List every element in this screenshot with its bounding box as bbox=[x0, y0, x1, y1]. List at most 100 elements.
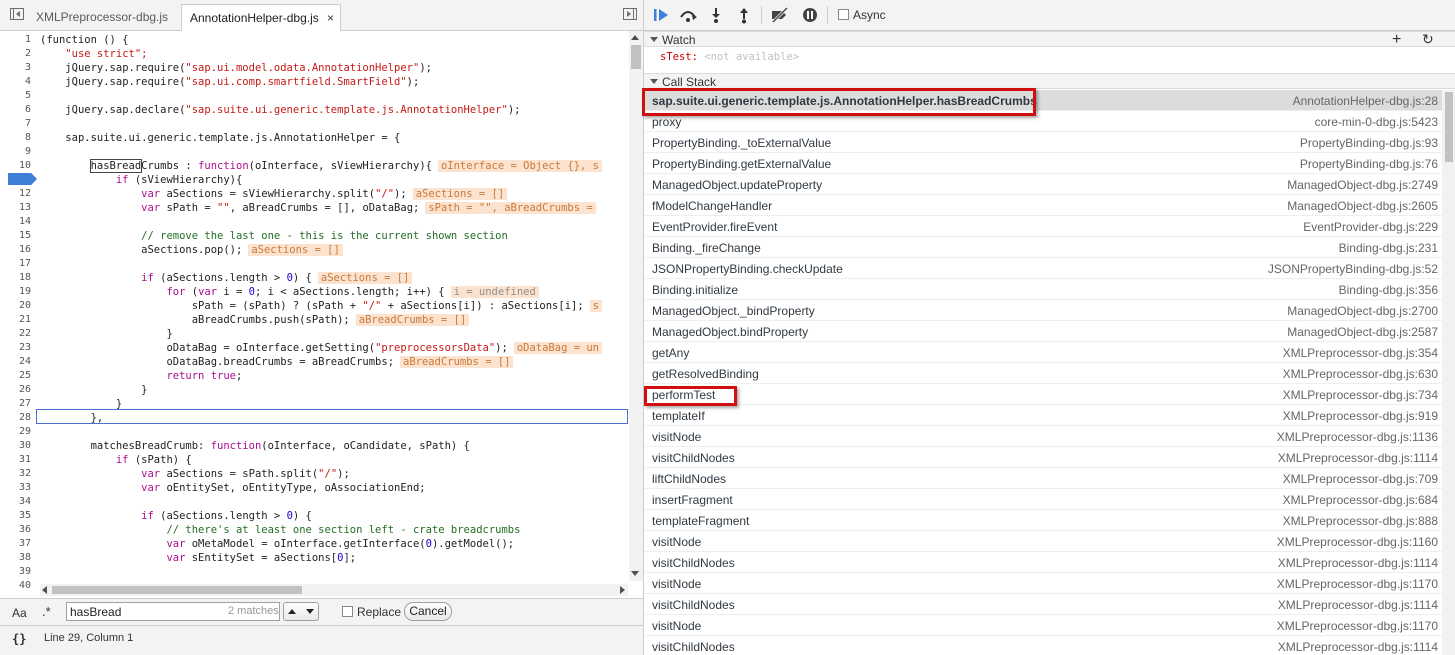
async-checkbox[interactable] bbox=[838, 9, 849, 20]
breakpoint-marker[interactable] bbox=[8, 173, 37, 185]
line-number[interactable]: 15 bbox=[1, 229, 31, 243]
vertical-scrollbar[interactable] bbox=[1442, 90, 1455, 655]
call-frame[interactable]: ManagedObject.updateProperty ManagedObjec… bbox=[644, 174, 1442, 195]
call-frame[interactable]: templateFragment XMLPreprocessor-dbg.js:8… bbox=[644, 510, 1442, 531]
line-number[interactable]: 4 bbox=[1, 75, 31, 89]
call-frame[interactable]: fModelChangeHandler ManagedObject-dbg.js:… bbox=[644, 195, 1442, 216]
line-number[interactable]: 7 bbox=[1, 117, 31, 131]
line-number[interactable]: 9 bbox=[1, 145, 31, 159]
step-into-icon[interactable] bbox=[706, 6, 726, 24]
call-frame[interactable]: visitNode XMLPreprocessor-dbg.js:1170 bbox=[644, 615, 1442, 636]
call-frame[interactable]: PropertyBinding._toExternalValue Property… bbox=[644, 132, 1442, 153]
line-number[interactable]: 23 bbox=[1, 341, 31, 355]
line-number[interactable]: 31 bbox=[1, 453, 31, 467]
regex-toggle[interactable]: .* bbox=[42, 604, 51, 619]
horizontal-scroll-thumb[interactable] bbox=[52, 586, 302, 594]
resume-icon[interactable] bbox=[652, 6, 672, 24]
line-number[interactable]: 39 bbox=[1, 565, 31, 579]
match-case-toggle[interactable]: Aa bbox=[12, 606, 27, 620]
line-number[interactable]: 20 bbox=[1, 299, 31, 313]
previous-match-icon[interactable] bbox=[288, 609, 296, 614]
line-number[interactable]: 14 bbox=[1, 215, 31, 229]
line-number[interactable]: 17 bbox=[1, 257, 31, 271]
vertical-scroll-thumb[interactable] bbox=[1445, 92, 1453, 162]
line-number[interactable]: 18 bbox=[1, 271, 31, 285]
call-frame[interactable]: getAny XMLPreprocessor-dbg.js:354 bbox=[644, 342, 1442, 363]
line-number[interactable]: 30 bbox=[1, 439, 31, 453]
pretty-print-icon[interactable]: {} bbox=[12, 632, 26, 646]
code-editor[interactable]: 1234567891011121314151617181920212223242… bbox=[0, 31, 643, 596]
line-number[interactable]: 16 bbox=[1, 243, 31, 257]
toggle-debugger-icon[interactable] bbox=[623, 8, 637, 20]
close-icon[interactable]: × bbox=[327, 5, 334, 31]
call-frame[interactable]: liftChildNodes XMLPreprocessor-dbg.js:709 bbox=[644, 468, 1442, 489]
line-number[interactable]: 24 bbox=[1, 355, 31, 369]
line-number[interactable]: 36 bbox=[1, 523, 31, 537]
call-frame[interactable]: visitChildNodes XMLPreprocessor-dbg.js:11… bbox=[644, 636, 1442, 655]
call-frame[interactable]: Binding._fireChange Binding-dbg.js:231 bbox=[644, 237, 1442, 258]
line-number[interactable]: 21 bbox=[1, 313, 31, 327]
line-number[interactable]: 32 bbox=[1, 467, 31, 481]
toggle-navigator-icon[interactable] bbox=[10, 8, 24, 20]
tab-xmlpreprocessor[interactable]: XMLPreprocessor-dbg.js bbox=[28, 4, 178, 30]
step-out-icon[interactable] bbox=[734, 6, 754, 24]
call-frame[interactable]: visitChildNodes XMLPreprocessor-dbg.js:11… bbox=[644, 552, 1442, 573]
watch-expression[interactable]: sTest: <not available> bbox=[660, 51, 799, 63]
line-number[interactable]: 6 bbox=[1, 103, 31, 117]
call-frame[interactable]: performTest XMLPreprocessor-dbg.js:734 bbox=[644, 384, 1442, 405]
call-frame[interactable]: insertFragment XMLPreprocessor-dbg.js:684 bbox=[644, 489, 1442, 510]
line-number[interactable]: 26 bbox=[1, 383, 31, 397]
line-number[interactable]: 35 bbox=[1, 509, 31, 523]
call-frame[interactable]: visitNode XMLPreprocessor-dbg.js:1136 bbox=[644, 426, 1442, 447]
tab-annotationhelper[interactable]: AnnotationHelper-dbg.js × bbox=[181, 4, 341, 31]
call-frame[interactable]: EventProvider.fireEvent EventProvider-dbg… bbox=[644, 216, 1442, 237]
line-number[interactable]: 10 bbox=[1, 159, 31, 173]
refresh-icon[interactable]: ↻ bbox=[1422, 31, 1434, 48]
vertical-scrollbar[interactable] bbox=[629, 31, 643, 581]
call-frame[interactable]: ManagedObject.bindProperty ManagedObject-… bbox=[644, 321, 1442, 342]
call-frame[interactable]: visitChildNodes XMLPreprocessor-dbg.js:11… bbox=[644, 594, 1442, 615]
call-frame[interactable]: getResolvedBinding XMLPreprocessor-dbg.js… bbox=[644, 363, 1442, 384]
cancel-button[interactable]: Cancel bbox=[404, 602, 452, 621]
line-number[interactable]: 13 bbox=[1, 201, 31, 215]
vertical-scroll-thumb[interactable] bbox=[631, 45, 641, 69]
scroll-right-icon[interactable] bbox=[620, 586, 625, 594]
line-number[interactable]: 3 bbox=[1, 61, 31, 75]
line-number[interactable]: 40 bbox=[1, 579, 31, 593]
replace-checkbox[interactable] bbox=[342, 606, 353, 617]
call-frame[interactable]: ManagedObject._bindProperty ManagedObject… bbox=[644, 300, 1442, 321]
line-number[interactable]: 33 bbox=[1, 481, 31, 495]
call-stack-section-header[interactable]: Call Stack bbox=[644, 73, 1455, 89]
pause-on-exceptions-icon[interactable] bbox=[800, 6, 820, 24]
deactivate-breakpoints-icon[interactable] bbox=[770, 6, 790, 24]
line-number[interactable]: 34 bbox=[1, 495, 31, 509]
call-frame[interactable]: visitNode XMLPreprocessor-dbg.js:1170 bbox=[644, 573, 1442, 594]
call-frame[interactable]: Binding.initialize Binding-dbg.js:356 bbox=[644, 279, 1442, 300]
watch-section-header[interactable]: Watch bbox=[644, 31, 1455, 47]
call-frame[interactable]: PropertyBinding.getExternalValue Property… bbox=[644, 153, 1442, 174]
add-watch-icon[interactable]: + bbox=[1392, 31, 1401, 49]
line-number[interactable]: 25 bbox=[1, 369, 31, 383]
line-number[interactable]: 28 bbox=[1, 411, 31, 425]
line-number[interactable]: 12 bbox=[1, 187, 31, 201]
line-number[interactable]: 37 bbox=[1, 537, 31, 551]
call-frame[interactable]: visitNode XMLPreprocessor-dbg.js:1160 bbox=[644, 531, 1442, 552]
line-number-gutter[interactable]: 1234567891011121314151617181920212223242… bbox=[0, 31, 35, 596]
line-number[interactable]: 22 bbox=[1, 327, 31, 341]
call-frame[interactable]: templateIf XMLPreprocessor-dbg.js:919 bbox=[644, 405, 1442, 426]
step-over-icon[interactable] bbox=[678, 6, 698, 24]
line-number[interactable]: 19 bbox=[1, 285, 31, 299]
call-frame[interactable]: JSONPropertyBinding.checkUpdate JSONPrope… bbox=[644, 258, 1442, 279]
line-number[interactable]: 2 bbox=[1, 47, 31, 61]
call-frame[interactable]: visitChildNodes XMLPreprocessor-dbg.js:11… bbox=[644, 447, 1442, 468]
line-number[interactable]: 1 bbox=[1, 33, 31, 47]
code-content[interactable]: (function () { "use strict"; jQuery.sap.… bbox=[40, 31, 628, 596]
scroll-left-icon[interactable] bbox=[42, 586, 47, 594]
line-number[interactable]: 29 bbox=[1, 425, 31, 439]
scroll-up-icon[interactable] bbox=[631, 35, 639, 40]
line-number[interactable]: 38 bbox=[1, 551, 31, 565]
line-number[interactable]: 5 bbox=[1, 89, 31, 103]
next-match-icon[interactable] bbox=[306, 609, 314, 614]
scroll-down-icon[interactable] bbox=[631, 571, 639, 576]
line-number[interactable]: 8 bbox=[1, 131, 31, 145]
